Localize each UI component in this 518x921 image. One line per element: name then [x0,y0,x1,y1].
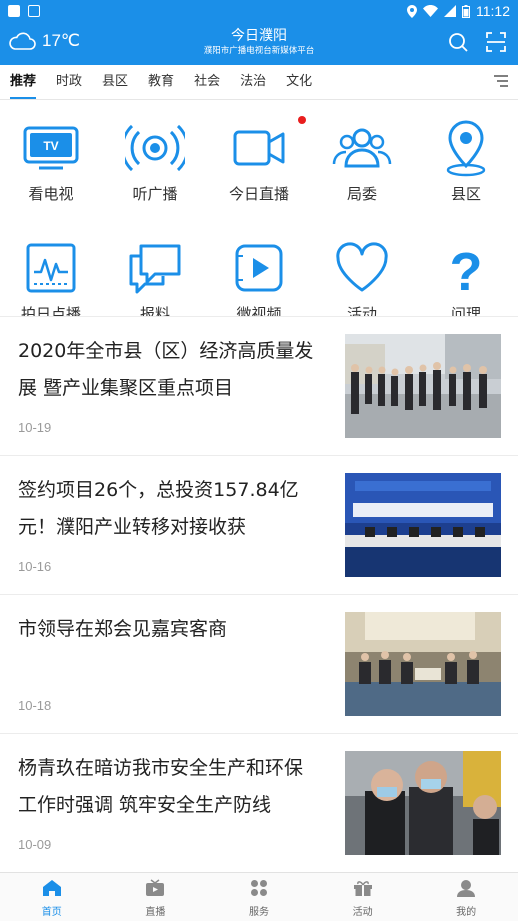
services-icon [250,880,267,896]
news-thumbnail [345,334,501,438]
tab-law[interactable]: 法治 [230,65,276,99]
play-video-icon [235,244,283,292]
notification-badge [298,116,306,124]
grid-item-label: 问理 [450,305,481,316]
grid-item-label: 微视频 [236,305,282,316]
grid-item-watch-tv[interactable]: TV 看电视 [1,118,101,204]
news-date: 10-16 [18,559,52,574]
chat-bubbles-icon [129,244,181,294]
heart-icon [336,242,388,292]
nav-label: 直播 [145,907,166,918]
grid-item-activity[interactable]: 活动 [312,238,412,316]
nav-services[interactable]: 服务 [207,873,311,921]
waveform-icon [26,243,76,293]
grid-item-live[interactable]: 今日直播 [209,116,309,204]
tab-culture[interactable]: 文化 [276,65,322,99]
grid-item-bureau[interactable]: 局委 [312,118,412,204]
news-thumbnail [345,473,501,577]
status-bar: 11:12 [0,0,518,22]
notification-icon [8,5,20,17]
nav-activity[interactable]: 活动 [311,873,415,921]
news-title: 市领导在郑会见嘉宾客商 [18,618,228,640]
grid-item-label: 活动 [346,305,377,316]
grid-item-label: 看电视 [28,185,74,203]
tv-icon: TV [23,126,79,170]
news-title: 杨青玖在暗访我市安全生产和环保工作时强调 筑牢安全生产防线 [18,757,304,816]
news-date: 10-19 [18,420,52,435]
grid-item-label: 今日直播 [228,185,289,203]
grid-item-micro-video[interactable]: 微视频 [209,238,309,316]
page-title: 今日濮阳 [231,28,287,44]
nav-home[interactable]: 首页 [0,873,104,921]
signal-icon [444,5,456,17]
header-title-block: 今日濮阳 濮阳市广播电视台新媒体平台 [0,28,518,57]
app-notification-icon [28,5,40,17]
grid-item-report[interactable]: 报料 [105,238,205,316]
nav-label: 首页 [41,907,62,918]
tab-counties[interactable]: 县区 [92,65,138,99]
scan-icon[interactable] [486,32,506,52]
news-date: 10-09 [18,837,52,852]
nav-label: 我的 [456,907,477,918]
grid-item-radio[interactable]: 听广播 [105,118,205,204]
grid-item-county[interactable]: 县区 [416,118,516,204]
grid-item-vod[interactable]: 拍日点播 [1,238,101,316]
svg-text:?: ? [450,242,483,298]
grid-item-inquiry[interactable]: ? 问理 [416,238,516,316]
category-tabs: 推荐 时政 县区 教育 社会 法治 文化 [0,65,518,100]
tab-recommend[interactable]: 推荐 [0,65,46,99]
nav-label: 活动 [352,907,373,918]
video-camera-icon [233,130,285,166]
news-item[interactable]: 市领导在郑会见嘉宾客商 10-18 [0,594,518,732]
grid-item-label: 县区 [450,185,481,203]
user-icon [457,880,476,897]
news-date: 10-18 [18,698,52,713]
app-header: 17℃ 今日濮阳 濮阳市广播电视台新媒体平台 [0,22,518,65]
feature-grid-row: TV 看电视 听广播 今日直播 局委 县区 [0,116,518,218]
location-pin-icon [446,120,486,177]
battery-icon [462,4,470,18]
question-mark-icon: ? [450,242,483,298]
svg-text:TV: TV [43,139,58,153]
radio-broadcast-icon [125,124,185,172]
gift-icon [353,881,372,896]
news-thumbnail [345,612,501,716]
live-tv-icon [146,879,165,896]
news-item[interactable]: 签约项目26个，总投资157.84亿元！濮阳产业转移对接收获 10-16 [0,455,518,593]
tab-society[interactable]: 社会 [184,65,230,99]
news-title: 签约项目26个，总投资157.84亿元！濮阳产业转移对接收获 [18,479,299,538]
wifi-icon [423,5,438,17]
home-icon [42,880,61,896]
grid-item-label: 拍日点播 [20,305,81,316]
nav-profile[interactable]: 我的 [414,873,518,921]
feature-grid: TV 看电视 听广播 今日直播 局委 县区 拍日点播 报料 微视频 活动 ? 问… [0,100,518,316]
location-icon [407,4,417,18]
nav-live[interactable]: 直播 [104,873,208,921]
news-title: 2020年全市县（区）经济高质量发展 暨产业集聚区重点项目 [18,340,314,399]
nav-label: 服务 [248,907,269,918]
grid-item-label: 局委 [346,185,377,203]
search-icon[interactable] [448,32,468,52]
news-thumbnail [345,751,501,855]
feature-grid-row: 拍日点播 报料 微视频 活动 ? 问理 [0,238,518,316]
tab-politics[interactable]: 时政 [46,65,92,99]
tab-education[interactable]: 教育 [138,65,184,99]
tab-menu-icon[interactable] [494,75,508,87]
grid-item-label: 听广播 [132,185,178,203]
news-item[interactable]: 2020年全市县（区）经济高质量发展 暨产业集聚区重点项目 10-19 [0,316,518,454]
grid-item-label: 报料 [139,305,170,316]
news-item[interactable]: 杨青玖在暗访我市安全生产和环保工作时强调 筑牢安全生产防线 10-09 [0,733,518,871]
people-group-icon [332,128,392,168]
bottom-navigation: 首页 直播 服务 活动 我的 [0,872,518,921]
page-subtitle: 濮阳市广播电视台新媒体平台 [203,46,315,56]
status-time: 11:12 [476,3,510,19]
